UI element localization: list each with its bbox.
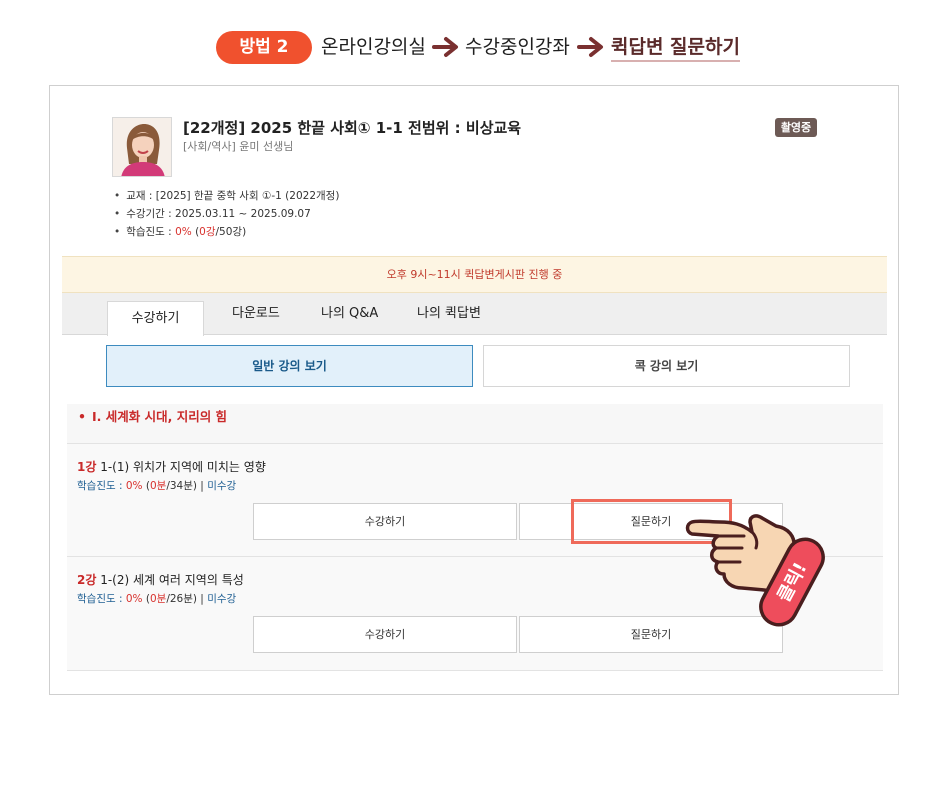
progress-info: 학습진도 : 0% (0강/50강) <box>114 223 339 241</box>
watch-button[interactable]: 수강하기 <box>253 503 517 540</box>
watch-button[interactable]: 수강하기 <box>253 616 517 653</box>
textbook-info: 교재 : [2025] 한끝 중학 사회 ①-1 (2022개정) <box>114 187 339 205</box>
breadcrumb-quick-question: 퀵답변 질문하기 <box>611 35 740 62</box>
status-badge: 촬영중 <box>775 118 817 137</box>
teacher-name: [사회/역사] 윤미 선생님 <box>183 140 294 153</box>
lesson-progress: 학습진도 : 0% (0분/26분) | 미수강 <box>77 593 237 605</box>
bullet-icon: • <box>78 409 86 424</box>
lesson-title: 1강 1-(1) 위치가 지역에 미치는 영향 <box>77 460 266 474</box>
tab-download[interactable]: 다운로드 <box>232 302 280 321</box>
general-lecture-button[interactable]: 일반 강의 보기 <box>106 345 473 387</box>
breadcrumb-online-classroom: 온라인강의실 <box>321 36 426 58</box>
period-info: 수강기간 : 2025.03.11 ~ 2025.09.07 <box>114 205 339 223</box>
pointing-hand-icon: 클릭! <box>685 514 825 627</box>
method-badge: 방법 2 <box>216 31 312 64</box>
tab-my-qna[interactable]: 나의 Q&A <box>321 302 378 321</box>
arrow-right-icon <box>432 37 458 57</box>
short-lecture-button[interactable]: 콕 강의 보기 <box>483 345 850 387</box>
section-heading: • Ⅰ. 세계화 시대, 지리의 힘 <box>67 404 883 444</box>
quick-answer-notice: 오후 9시~11시 퀵답변게시판 진행 중 <box>62 256 887 293</box>
course-title: [22개정] 2025 한끝 사회① 1-1 전범위 : 비상교육 <box>183 119 522 137</box>
lesson-progress: 학습진도 : 0% (0분/34분) | 미수강 <box>77 480 237 492</box>
course-info-list: 교재 : [2025] 한끝 중학 사회 ①-1 (2022개정) 수강기간 :… <box>114 187 339 241</box>
teacher-avatar <box>112 117 172 177</box>
lesson-title: 2강 1-(2) 세계 여러 지역의 특성 <box>77 573 244 587</box>
tab-my-quick-answer[interactable]: 나의 퀵답변 <box>417 302 481 321</box>
tab-watch[interactable]: 수강하기 <box>107 301 204 336</box>
breadcrumb-current-courses: 수강중인강좌 <box>465 36 570 58</box>
arrow-right-icon <box>577 37 603 57</box>
tab-bar: 수강하기 다운로드 나의 Q&A 나의 퀵답변 <box>62 293 887 336</box>
